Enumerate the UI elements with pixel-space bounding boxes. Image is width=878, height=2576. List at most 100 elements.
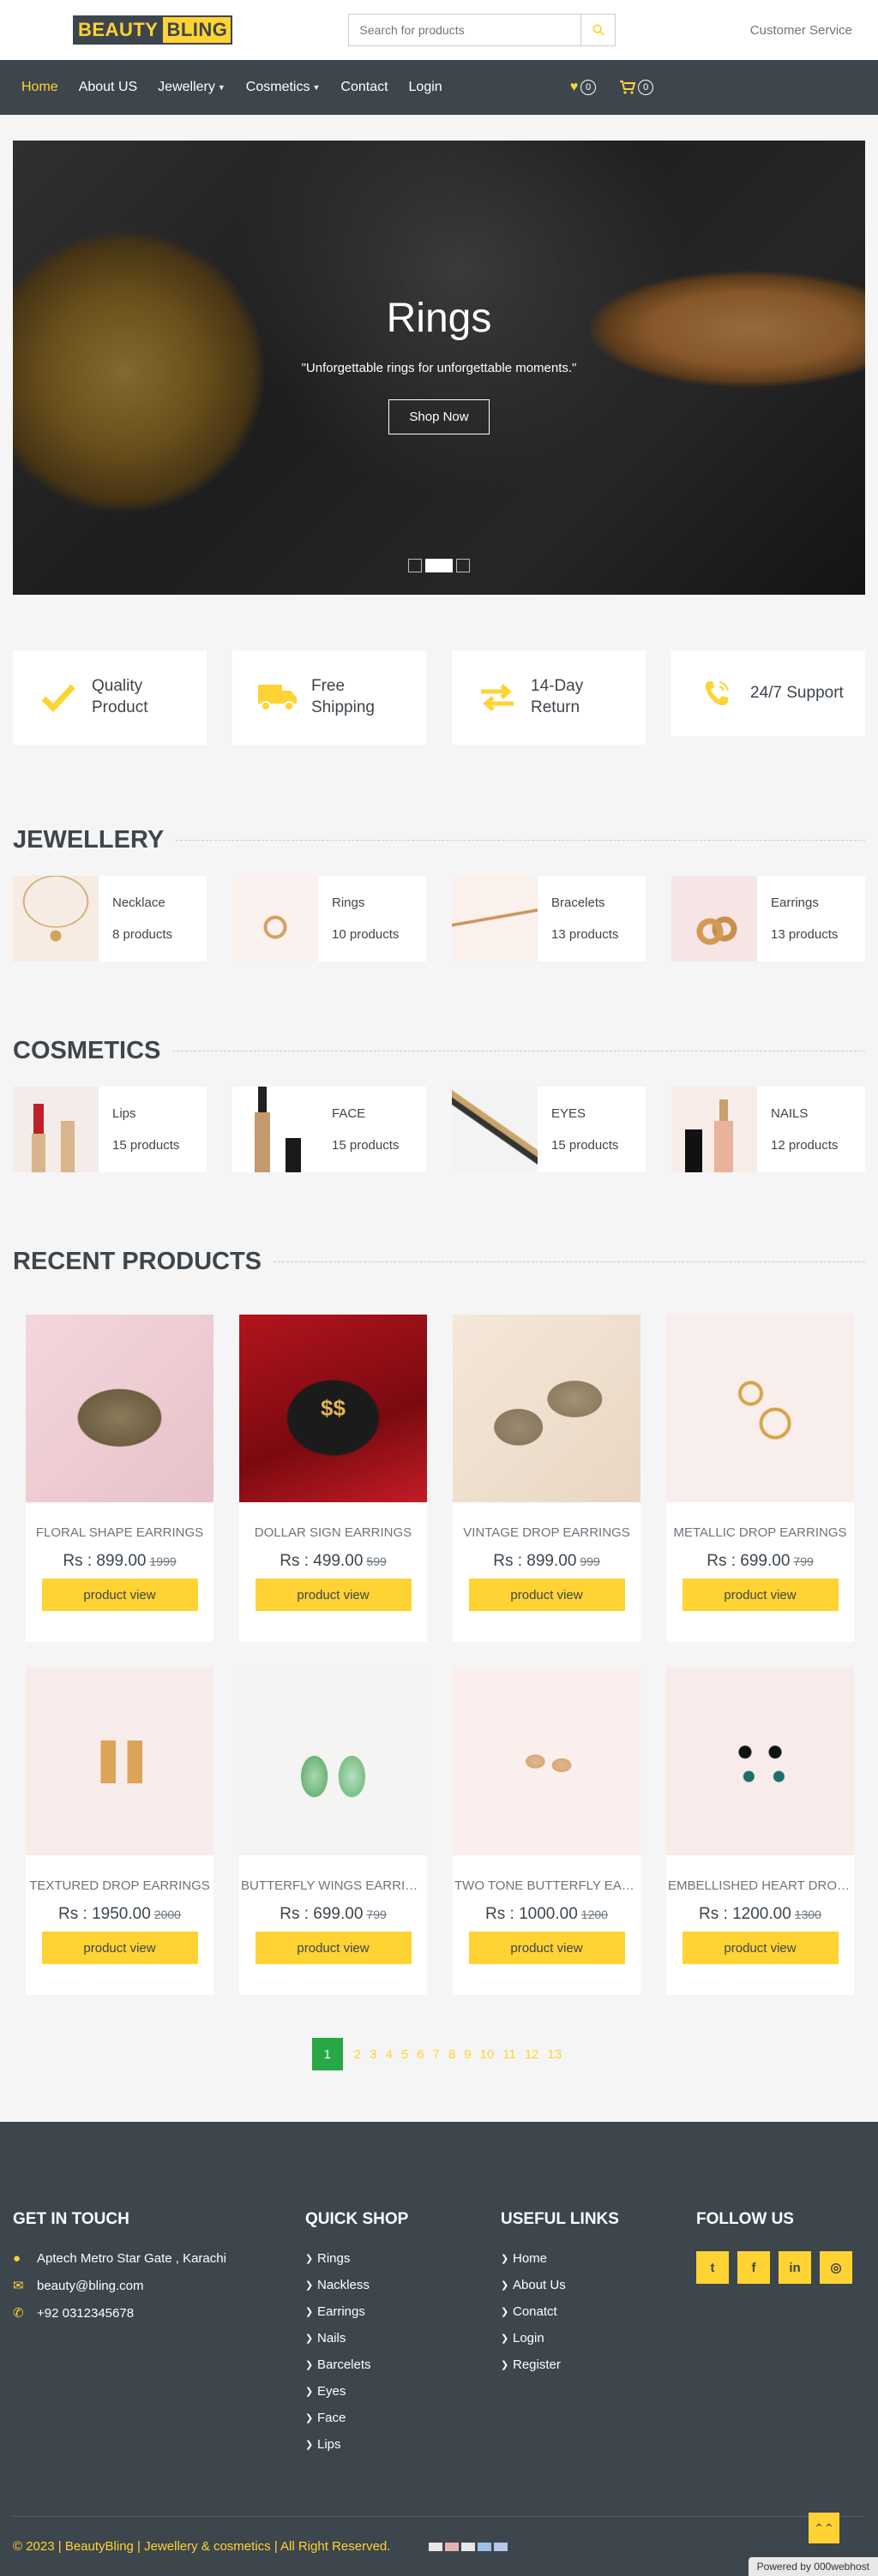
page-link[interactable]: 13 — [544, 2047, 567, 2062]
product-view-button[interactable]: product view — [41, 1579, 198, 1611]
product-view-button[interactable]: product view — [468, 1932, 625, 1964]
page-link[interactable]: 3 — [365, 2047, 381, 2062]
chevron-down-icon: ▼ — [217, 83, 226, 92]
chevron-right-icon: ❯ — [305, 2254, 314, 2264]
instagram-icon[interactable]: ◎ — [820, 2251, 852, 2284]
product-card[interactable]: VINTAGE DROP EARRINGS Rs : 899.00 999 pro… — [453, 1315, 640, 1642]
search-button[interactable] — [581, 14, 616, 46]
product-view-button[interactable]: product view — [682, 1932, 839, 1964]
price-current: Rs : 1950.00 — [58, 1905, 151, 1923]
powered-by-badge[interactable]: Powered by 000webhost — [748, 2557, 878, 2576]
footer-phone[interactable]: ✆ +92 0312345678 — [13, 2305, 305, 2321]
cart-button[interactable]: 0 — [620, 80, 654, 95]
address-text: Aptech Metro Star Gate , Karachi — [37, 2251, 226, 2266]
footer-quick-shop: QUICK SHOP ❯ Rings ❯ Nackless ❯ Earrings ❯ N… — [305, 2210, 501, 2464]
carousel-dot[interactable] — [408, 559, 422, 572]
carousel-dot[interactable] — [456, 559, 470, 572]
nav-jewellery-dropdown[interactable]: Jewellery ▼ — [158, 80, 226, 95]
check-icon — [41, 684, 75, 712]
product-price: Rs : 499.00 599 — [239, 1552, 427, 1571]
shop-now-button[interactable]: Shop Now — [388, 399, 490, 434]
page-link-current[interactable]: 1 — [311, 2038, 343, 2070]
footer-link[interactable]: ❯ Earrings — [305, 2304, 501, 2319]
category-lips[interactable]: Lips 15 products — [13, 1087, 207, 1172]
product-price: Rs : 899.00 999 — [453, 1552, 640, 1571]
product-card[interactable]: FLORAL SHAPE EARRINGS Rs : 899.00 1999 pr… — [26, 1315, 213, 1642]
nav-about[interactable]: About US — [79, 80, 137, 95]
back-to-top-button[interactable]: ⌃⌃ — [809, 2513, 839, 2543]
product-view-button[interactable]: product view — [41, 1932, 198, 1964]
page-link[interactable]: 10 — [476, 2047, 499, 2062]
category-necklace[interactable]: Necklace 8 products — [13, 876, 207, 962]
footer-link[interactable]: ❯ Nails — [305, 2331, 501, 2345]
product-card[interactable]: METALLIC DROP EARRINGS Rs : 699.00 799 pr… — [666, 1315, 854, 1642]
page-link[interactable]: 5 — [397, 2047, 412, 2062]
product-view-button[interactable]: product view — [255, 1579, 412, 1611]
category-name: Necklace — [112, 896, 165, 910]
footer-heading: GET IN TOUCH — [13, 2210, 129, 2228]
category-count: 15 products — [551, 1138, 619, 1153]
chevron-right-icon: ❯ — [501, 2360, 509, 2370]
page-link[interactable]: 6 — [412, 2047, 428, 2062]
footer-link[interactable]: ❯ Login — [501, 2331, 696, 2345]
customer-service-link[interactable]: Customer Service — [750, 23, 852, 38]
nav-login[interactable]: Login — [409, 80, 442, 95]
page-link[interactable]: 9 — [460, 2047, 475, 2062]
product-card[interactable]: TWO TONE BUTTERFLY EARRINGS Rs : 1000.00… — [453, 1668, 640, 1995]
wishlist-button[interactable]: ♥ 0 — [570, 80, 597, 95]
page-link[interactable]: 11 — [498, 2047, 520, 2062]
page-link[interactable]: 2 — [350, 2047, 365, 2062]
nav-icons: ♥ 0 0 — [570, 80, 654, 95]
nav-home[interactable]: Home — [21, 80, 58, 95]
page-link[interactable]: 4 — [381, 2047, 396, 2062]
footer-link[interactable]: ❯ Nackless — [305, 2278, 501, 2292]
product-card[interactable]: EMBELLISHED HEART DROP EARRINGS Rs : 120… — [666, 1668, 854, 1995]
footer-link[interactable]: ❯ About Us — [501, 2278, 696, 2292]
page-link[interactable]: 7 — [429, 2047, 444, 2062]
category-nails[interactable]: NAILS 12 products — [671, 1087, 865, 1172]
page-link[interactable]: 8 — [444, 2047, 460, 2062]
footer-contact: GET IN TOUCH ● Aptech Metro Star Gate , K… — [13, 2210, 305, 2464]
carousel-dot-active[interactable] — [425, 559, 453, 572]
footer-link-label: Nails — [317, 2331, 346, 2345]
cosmetics-categories: Lips 15 products FACE 15 products EYES 15 p… — [13, 1087, 865, 1172]
footer-link[interactable]: ❯ Eyes — [305, 2384, 501, 2399]
page-link[interactable]: 12 — [520, 2047, 544, 2062]
carousel-indicators — [13, 559, 865, 572]
linkedin-icon[interactable]: in — [779, 2251, 811, 2284]
hero-carousel[interactable]: Rings "Unforgettable rings for unforgett… — [13, 141, 865, 595]
product-card[interactable]: TEXTURED DROP EARRINGS Rs : 1950.00 2000 … — [26, 1668, 213, 1995]
twitter-icon[interactable]: t — [696, 2251, 729, 2284]
footer-link[interactable]: ❯ Rings — [305, 2251, 501, 2266]
brand-logo[interactable]: BEAUTY BLING — [73, 15, 233, 45]
footer-email[interactable]: ✉ beauty@bling.com — [13, 2278, 305, 2294]
footer-link[interactable]: ❯ Register — [501, 2357, 696, 2372]
category-bracelets[interactable]: Bracelets 13 products — [452, 876, 646, 962]
nav-cosmetics-dropdown[interactable]: Cosmetics ▼ — [246, 80, 321, 95]
search-input[interactable] — [348, 14, 582, 46]
price-current: Rs : 1200.00 — [699, 1905, 791, 1923]
facebook-icon[interactable]: f — [737, 2251, 770, 2284]
footer-link-label: Login — [513, 2331, 544, 2345]
price-old: 599 — [366, 1555, 387, 1568]
product-image — [453, 1315, 640, 1502]
category-rings[interactable]: Rings 10 products — [232, 876, 426, 962]
category-eyes[interactable]: EYES 15 products — [452, 1087, 646, 1172]
footer-link[interactable]: ❯ Conatct — [501, 2304, 696, 2319]
footer-link[interactable]: ❯ Lips — [305, 2437, 501, 2452]
footer-link[interactable]: ❯ Barcelets — [305, 2357, 501, 2372]
product-name: FLORAL SHAPE EARRINGS — [35, 1525, 204, 1540]
category-face[interactable]: FACE 15 products — [232, 1087, 426, 1172]
product-card[interactable]: $$ DOLLAR SIGN EARRINGS Rs : 499.00 599 p… — [239, 1315, 427, 1642]
product-view-button[interactable]: product view — [682, 1579, 839, 1611]
nav-contact[interactable]: Contact — [340, 80, 388, 95]
product-view-button[interactable]: product view — [468, 1579, 625, 1611]
category-earrings[interactable]: Earrings 13 products — [671, 876, 865, 962]
footer-link[interactable]: ❯ Face — [305, 2411, 501, 2425]
chevron-right-icon: ❯ — [305, 2280, 314, 2291]
price-old: 999 — [580, 1555, 600, 1568]
footer-link[interactable]: ❯ Home — [501, 2251, 696, 2266]
product-card[interactable]: BUTTERFLY WINGS EARRINGS Rs : 699.00 799 … — [239, 1668, 427, 1995]
product-view-button[interactable]: product view — [255, 1932, 412, 1964]
category-image — [671, 1087, 757, 1172]
